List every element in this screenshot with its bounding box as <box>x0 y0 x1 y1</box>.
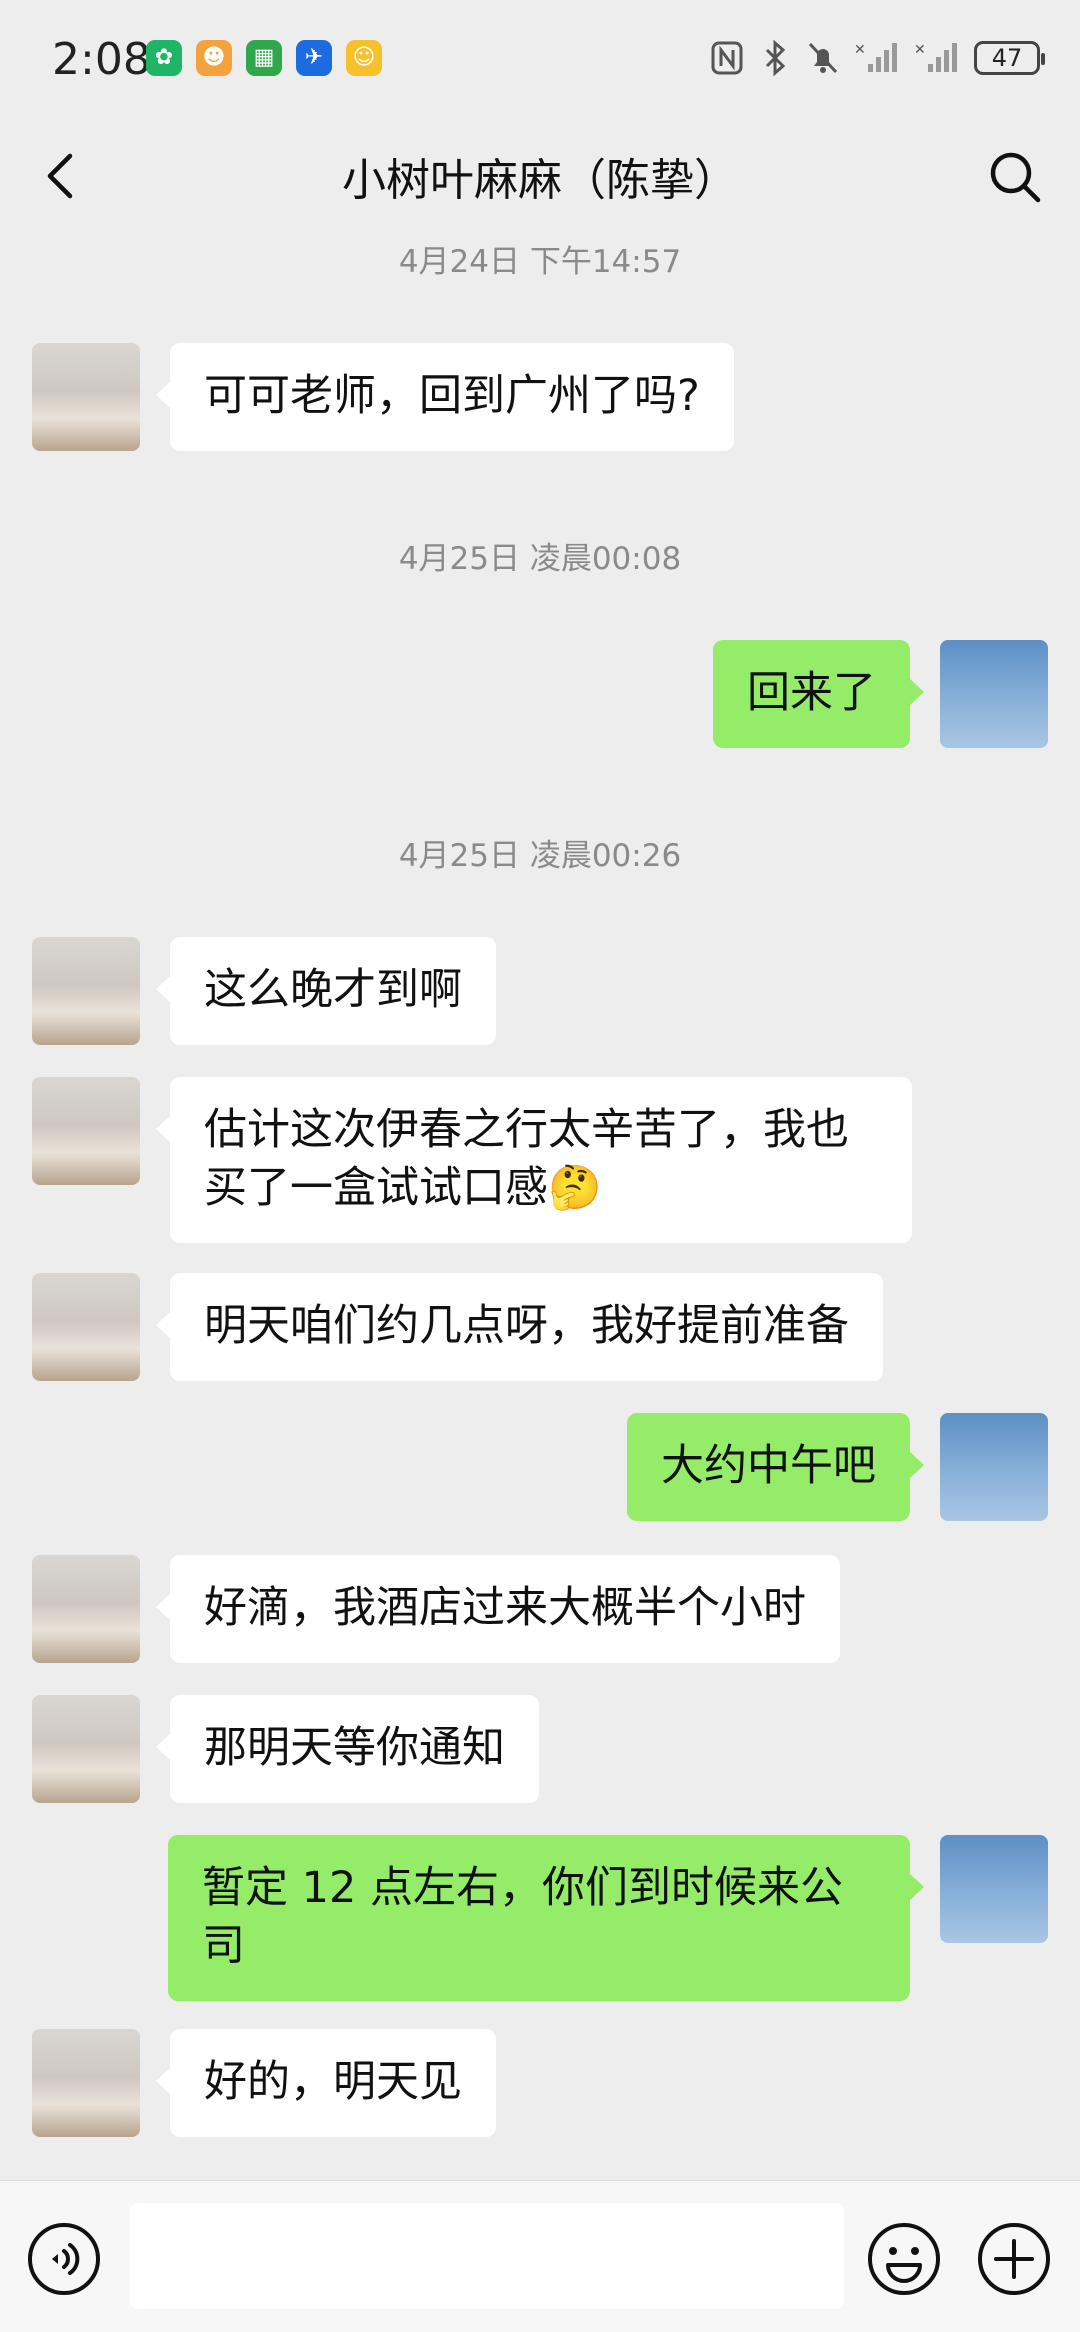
avatar[interactable] <box>32 343 140 451</box>
incoming-message[interactable]: 明天咱们约几点呀，我好提前准备 <box>156 1273 883 1381</box>
avatar[interactable] <box>32 937 140 1045</box>
voice-icon[interactable] <box>26 2221 102 2297</box>
battery-indicator: 47 <box>974 41 1045 75</box>
avatar[interactable] <box>940 1413 1048 1521</box>
nfc-icon <box>711 41 743 75</box>
input-bar <box>0 2180 1080 2332</box>
character-app-icon: ☻ <box>196 40 232 76</box>
timestamp: 4月25日 凌晨00:08 <box>398 541 682 577</box>
system-icons: ✕ ✕ 47 <box>710 40 1045 76</box>
avatar[interactable] <box>940 1835 1048 1943</box>
bluetooth-icon <box>765 40 786 76</box>
avatar[interactable] <box>32 2029 140 2137</box>
incoming-message[interactable]: 好的，明天见 <box>156 2029 496 2137</box>
incoming-message[interactable]: 好滴，我酒店过来大概半个小时 <box>156 1555 840 1663</box>
chat-header: 小树叶麻麻（陈挚） <box>0 130 1080 222</box>
plane-app-icon: ✈ <box>296 40 332 76</box>
incoming-message[interactable]: 这么晚才到啊 <box>156 937 496 1045</box>
avatar[interactable] <box>32 1077 140 1185</box>
svg-text:✕: ✕ <box>854 42 866 58</box>
avatar[interactable] <box>32 1695 140 1803</box>
timestamp: 4月24日 下午14:57 <box>398 244 682 280</box>
incoming-message[interactable]: 那明天等你通知 <box>156 1695 539 1803</box>
timestamp: 4月25日 凌晨00:26 <box>398 838 682 874</box>
emoji-icon[interactable] <box>866 2221 942 2297</box>
cartoon-app-icon: ☺ <box>346 40 382 76</box>
incoming-message[interactable]: 可可老师，回到广州了吗? <box>156 343 734 451</box>
signal-icon-2: ✕ <box>914 42 957 72</box>
outgoing-message[interactable]: 暂定 12 点左右，你们到时候来公司 <box>168 1835 924 2001</box>
avatar[interactable] <box>32 1273 140 1381</box>
outgoing-message[interactable]: 大约中午吧 <box>627 1413 924 1521</box>
incoming-message[interactable]: 估计这次伊春之行太辛苦了，我也买了一盒试试口感🤔 <box>156 1077 912 1243</box>
avatar[interactable] <box>32 1555 140 1663</box>
search-icon[interactable] <box>986 148 1044 206</box>
grid-app-icon: ▦ <box>246 40 282 76</box>
status-time: 2:08 <box>52 34 151 85</box>
plus-icon[interactable] <box>976 2221 1052 2297</box>
status-bar: 2:08 ✿ ☻ ▦ ✈ ☺ ✕ ✕ 47 <box>0 0 1080 120</box>
avatar[interactable] <box>940 640 1048 748</box>
outgoing-message[interactable]: 回来了 <box>713 640 924 748</box>
signal-icon: ✕ <box>854 42 897 72</box>
svg-text:✕: ✕ <box>914 42 926 58</box>
leaf-app-icon: ✿ <box>146 40 182 76</box>
mute-bell-icon <box>808 42 838 74</box>
message-input[interactable] <box>130 2203 844 2309</box>
notification-icons: ✿ ☻ ▦ ✈ ☺ <box>146 40 382 76</box>
chat-title: 小树叶麻麻（陈挚） <box>342 155 738 206</box>
